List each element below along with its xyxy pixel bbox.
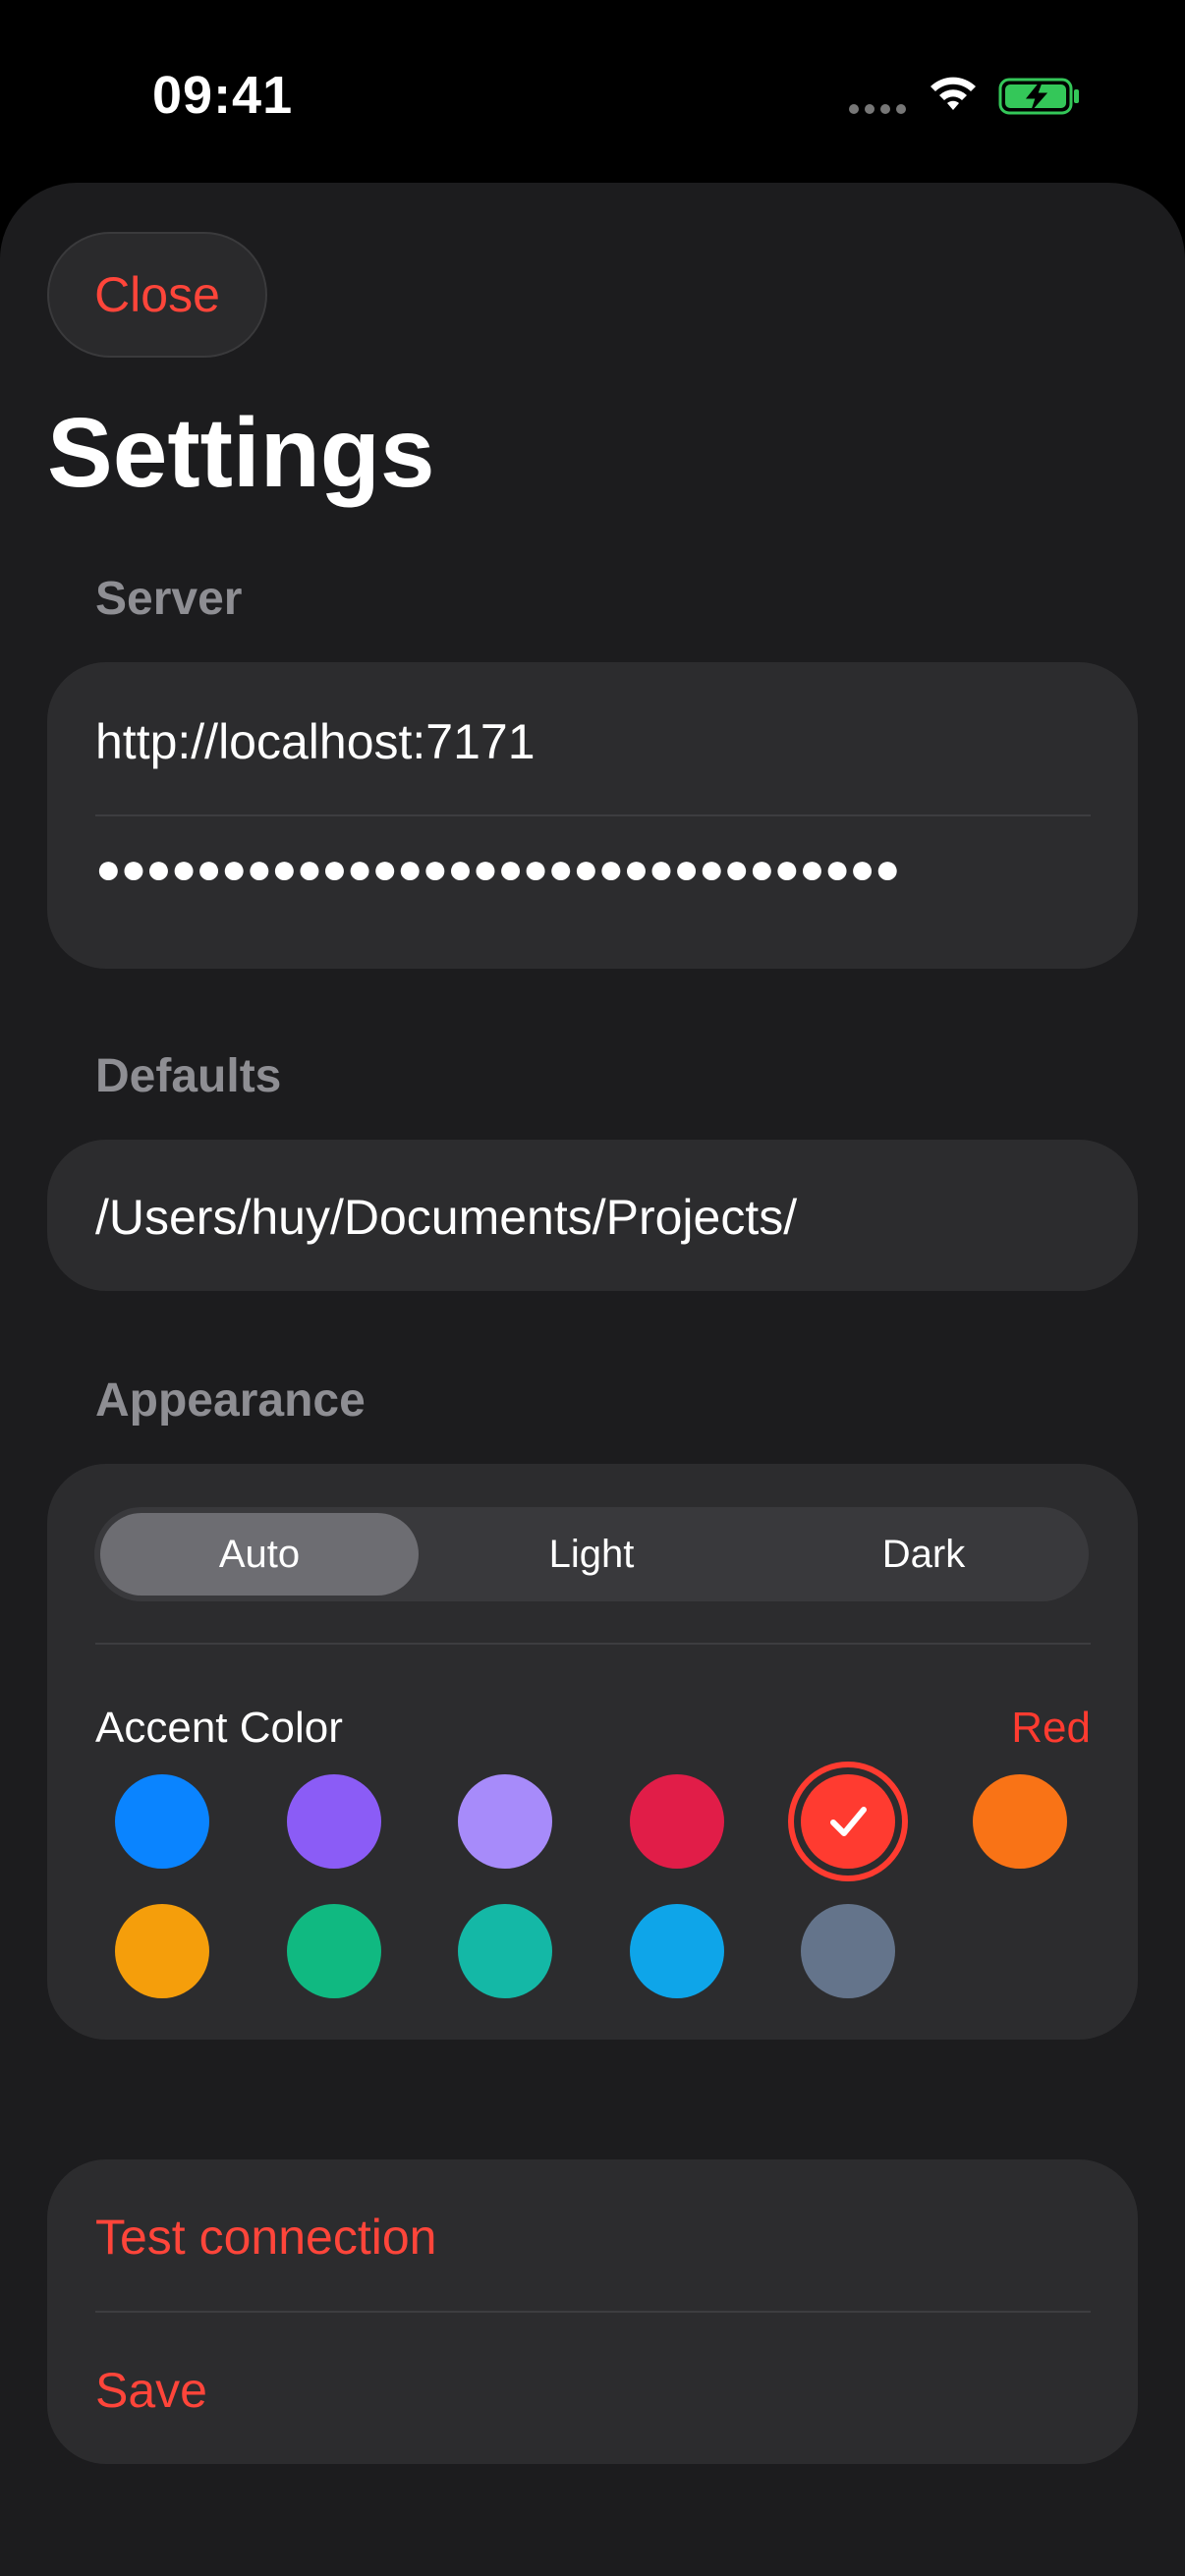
page-title: Settings — [47, 398, 435, 508]
appearance-segmented-control: Auto Light Dark — [94, 1507, 1089, 1601]
segment-light[interactable]: Light — [432, 1513, 751, 1596]
status-time: 09:41 — [152, 66, 294, 125]
divider — [95, 2311, 1091, 2313]
divider — [95, 814, 1091, 816]
accent-swatch-sky[interactable] — [630, 1904, 724, 1998]
checkmark-icon — [830, 1807, 867, 1836]
accent-swatch-red[interactable] — [801, 1774, 895, 1869]
close-button[interactable]: Close — [47, 232, 267, 358]
settings-sheet: Close Settings Server http://localhost:7… — [0, 183, 1185, 2576]
accent-swatch-green[interactable] — [287, 1904, 381, 1998]
accent-swatch-purple[interactable] — [287, 1774, 381, 1869]
save-button[interactable]: Save — [95, 2362, 207, 2419]
accent-swatch-crimson[interactable] — [630, 1774, 724, 1869]
status-bar: 09:41 — [0, 0, 1185, 183]
section-label-server: Server — [95, 573, 243, 625]
segment-dark[interactable]: Dark — [764, 1513, 1083, 1596]
cellular-signal-icon — [849, 104, 906, 116]
server-url-field[interactable]: http://localhost:7171 — [95, 713, 536, 770]
accent-swatch-amber[interactable] — [115, 1904, 209, 1998]
server-card: http://localhost:7171 ●●●●●●●●●●●●●●●●●●… — [47, 662, 1138, 969]
accent-swatch-orange[interactable] — [973, 1774, 1067, 1869]
defaults-card: /Users/huy/Documents/Projects/ — [47, 1140, 1138, 1291]
actions-card: Test connection Save — [47, 2159, 1138, 2464]
appearance-card: Auto Light Dark Accent Color Red — [47, 1464, 1138, 2040]
accent-swatch-blue[interactable] — [115, 1774, 209, 1869]
accent-swatch-teal[interactable] — [458, 1904, 552, 1998]
accent-swatch-slate[interactable] — [801, 1904, 895, 1998]
accent-color-value: Red — [1011, 1704, 1091, 1752]
accent-color-label: Accent Color — [95, 1704, 343, 1752]
wifi-icon — [931, 77, 976, 110]
test-connection-button[interactable]: Test connection — [95, 2209, 436, 2266]
section-label-defaults: Defaults — [95, 1050, 282, 1102]
battery-charging-icon — [998, 78, 1079, 115]
segment-auto[interactable]: Auto — [100, 1513, 419, 1596]
divider — [95, 1643, 1091, 1645]
default-path-field[interactable]: /Users/huy/Documents/Projects/ — [95, 1189, 797, 1246]
section-label-appearance: Appearance — [95, 1374, 366, 1427]
accent-swatch-lavender[interactable] — [458, 1774, 552, 1869]
server-token-field[interactable]: ●●●●●●●●●●●●●●●●●●●●●●●●●●●●●●●● — [95, 845, 900, 894]
